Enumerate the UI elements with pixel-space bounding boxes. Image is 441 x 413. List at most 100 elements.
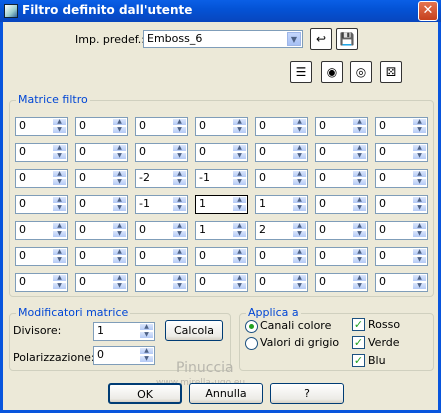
- dice-icon[interactable]: ⚄: [380, 61, 402, 83]
- spinner-arrows-icon[interactable]: ▲ ▼: [232, 118, 247, 135]
- matrix-cell-r4-c3[interactable]: 1 ▲ ▼: [195, 221, 248, 240]
- preview-eye-icon[interactable]: ◎: [350, 61, 372, 83]
- calculate-button[interactable]: Calcola: [165, 320, 223, 341]
- matrix-cell-r0-c2[interactable]: 0 ▲ ▼: [135, 117, 188, 136]
- spinner-arrows-icon[interactable]: ▲ ▼: [52, 144, 67, 161]
- spinner-arrows-icon[interactable]: ▲ ▼: [52, 170, 67, 187]
- spinner-arrows-icon[interactable]: ▲ ▼: [292, 222, 307, 239]
- matrix-cell-r1-c0[interactable]: 0 ▲ ▼: [15, 143, 68, 162]
- spinner-arrows-icon[interactable]: ▲ ▼: [292, 144, 307, 161]
- spinner-arrows-icon[interactable]: ▲ ▼: [112, 274, 127, 291]
- matrix-cell-r4-c6[interactable]: 0 ▲ ▼: [375, 221, 428, 240]
- load-preset-icon[interactable]: ↩: [310, 28, 332, 50]
- matrix-cell-r6-c4[interactable]: 0 ▲ ▼: [255, 273, 308, 292]
- matrix-cell-r2-c0[interactable]: 0 ▲ ▼: [15, 169, 68, 188]
- spinner-arrows-icon[interactable]: ▲ ▼: [112, 144, 127, 161]
- matrix-cell-r0-c5[interactable]: 0 ▲ ▼: [315, 117, 368, 136]
- spinner-arrows-icon[interactable]: ▲ ▼: [112, 118, 127, 135]
- cancel-button[interactable]: Annulla: [189, 383, 263, 404]
- spinner-arrows-icon[interactable]: ▲ ▼: [172, 118, 187, 135]
- matrix-cell-r0-c1[interactable]: 0 ▲ ▼: [75, 117, 128, 136]
- spinner-arrows-icon[interactable]: ▲ ▼: [52, 274, 67, 291]
- save-preset-icon[interactable]: 💾: [336, 28, 358, 50]
- ok-button[interactable]: OK: [108, 383, 182, 404]
- randomize-icon[interactable]: ☰: [290, 61, 312, 83]
- spinner-arrows-icon[interactable]: ▲ ▼: [292, 196, 307, 213]
- spinner-arrows-icon[interactable]: ▲ ▼: [352, 248, 367, 265]
- blue-checkbox[interactable]: ✓: [352, 354, 365, 367]
- matrix-cell-r4-c4[interactable]: 2 ▲ ▼: [255, 221, 308, 240]
- matrix-cell-r6-c2[interactable]: 0 ▲ ▼: [135, 273, 188, 292]
- spinner-arrows-icon[interactable]: ▲ ▼: [112, 222, 127, 239]
- spinner-arrows-icon[interactable]: ▲ ▼: [352, 144, 367, 161]
- spinner-arrows-icon[interactable]: ▲ ▼: [52, 222, 67, 239]
- matrix-cell-r6-c6[interactable]: 0 ▲ ▼: [375, 273, 428, 292]
- spinner-arrows-icon[interactable]: ▲ ▼: [232, 170, 247, 187]
- matrix-cell-r2-c4[interactable]: 0 ▲ ▼: [255, 169, 308, 188]
- matrix-cell-r3-c2[interactable]: -1 ▲ ▼: [135, 195, 188, 214]
- spinner-arrows-icon[interactable]: ▲ ▼: [172, 222, 187, 239]
- spinner-arrows-icon[interactable]: ▲ ▼: [232, 222, 247, 239]
- gray-values-radio[interactable]: [245, 337, 258, 350]
- close-button[interactable]: ✕: [418, 1, 438, 21]
- matrix-cell-r1-c2[interactable]: 0 ▲ ▼: [135, 143, 188, 162]
- spinner-arrows-icon[interactable]: ▲ ▼: [412, 118, 427, 135]
- green-checkbox[interactable]: ✓: [352, 336, 365, 349]
- matrix-cell-r3-c4[interactable]: 1 ▲ ▼: [255, 195, 308, 214]
- matrix-cell-r3-c3[interactable]: 1 ▲ ▼: [195, 195, 248, 214]
- spinner-arrows-icon[interactable]: ▲ ▼: [232, 248, 247, 265]
- spinner-arrows-icon[interactable]: ▲ ▼: [292, 274, 307, 291]
- matrix-cell-r1-c5[interactable]: 0 ▲ ▼: [315, 143, 368, 162]
- chevron-down-icon[interactable]: ▼: [287, 32, 301, 46]
- spinner-arrows-icon[interactable]: ▲ ▼: [112, 170, 127, 187]
- matrix-cell-r4-c1[interactable]: 0 ▲ ▼: [75, 221, 128, 240]
- matrix-cell-r5-c1[interactable]: 0 ▲ ▼: [75, 247, 128, 266]
- spinner-arrows-icon[interactable]: ▲ ▼: [52, 118, 67, 135]
- matrix-cell-r5-c5[interactable]: 0 ▲ ▼: [315, 247, 368, 266]
- spinner-arrows-icon[interactable]: ▲ ▼: [112, 196, 127, 213]
- matrix-cell-r0-c4[interactable]: 0 ▲ ▼: [255, 117, 308, 136]
- matrix-cell-r3-c0[interactable]: 0 ▲ ▼: [15, 195, 68, 214]
- matrix-cell-r0-c6[interactable]: 0 ▲ ▼: [375, 117, 428, 136]
- spinner-arrows-icon[interactable]: ▲ ▼: [352, 222, 367, 239]
- help-button[interactable]: ?: [270, 383, 344, 404]
- matrix-cell-r5-c3[interactable]: 0 ▲ ▼: [195, 247, 248, 266]
- matrix-cell-r3-c6[interactable]: 0 ▲ ▼: [375, 195, 428, 214]
- preset-dropdown[interactable]: Emboss_6 ▼: [143, 30, 303, 48]
- matrix-cell-r5-c0[interactable]: 0 ▲ ▼: [15, 247, 68, 266]
- matrix-cell-r0-c3[interactable]: 0 ▲ ▼: [195, 117, 248, 136]
- matrix-cell-r1-c1[interactable]: 0 ▲ ▼: [75, 143, 128, 162]
- divisor-spinner[interactable]: ▲ ▼: [139, 323, 154, 340]
- spinner-arrows-icon[interactable]: ▲ ▼: [412, 274, 427, 291]
- matrix-cell-r3-c5[interactable]: 0 ▲ ▼: [315, 195, 368, 214]
- matrix-cell-r1-c3[interactable]: 0 ▲ ▼: [195, 143, 248, 162]
- matrix-cell-r2-c6[interactable]: 0 ▲ ▼: [375, 169, 428, 188]
- spinner-arrows-icon[interactable]: ▲ ▼: [52, 248, 67, 265]
- matrix-cell-r6-c0[interactable]: 0 ▲ ▼: [15, 273, 68, 292]
- spinner-arrows-icon[interactable]: ▲ ▼: [52, 196, 67, 213]
- matrix-cell-r5-c2[interactable]: 0 ▲ ▼: [135, 247, 188, 266]
- matrix-cell-r0-c0[interactable]: 0 ▲ ▼: [15, 117, 68, 136]
- red-checkbox[interactable]: ✓: [352, 318, 365, 331]
- spinner-arrows-icon[interactable]: ▲ ▼: [172, 170, 187, 187]
- spinner-arrows-icon[interactable]: ▲ ▼: [172, 144, 187, 161]
- eye-lock-icon[interactable]: ◉: [321, 61, 343, 83]
- spinner-arrows-icon[interactable]: ▲ ▼: [412, 196, 427, 213]
- matrix-cell-r2-c1[interactable]: 0 ▲ ▼: [75, 169, 128, 188]
- matrix-cell-r2-c5[interactable]: 0 ▲ ▼: [315, 169, 368, 188]
- bias-input[interactable]: 0 ▲ ▼: [93, 346, 155, 365]
- spinner-arrows-icon[interactable]: ▲ ▼: [352, 196, 367, 213]
- spinner-arrows-icon[interactable]: ▲ ▼: [292, 170, 307, 187]
- spinner-arrows-icon[interactable]: ▲ ▼: [112, 248, 127, 265]
- spinner-arrows-icon[interactable]: ▲ ▼: [172, 196, 187, 213]
- matrix-cell-r4-c2[interactable]: 0 ▲ ▼: [135, 221, 188, 240]
- spinner-arrows-icon[interactable]: ▲ ▼: [352, 274, 367, 291]
- matrix-cell-r6-c5[interactable]: 0 ▲ ▼: [315, 273, 368, 292]
- matrix-cell-r1-c4[interactable]: 0 ▲ ▼: [255, 143, 308, 162]
- matrix-cell-r5-c4[interactable]: 0 ▲ ▼: [255, 247, 308, 266]
- matrix-cell-r4-c0[interactable]: 0 ▲ ▼: [15, 221, 68, 240]
- spinner-arrows-icon[interactable]: ▲ ▼: [232, 274, 247, 291]
- spinner-arrows-icon[interactable]: ▲ ▼: [352, 170, 367, 187]
- spinner-arrows-icon[interactable]: ▲ ▼: [292, 118, 307, 135]
- matrix-cell-r4-c5[interactable]: 0 ▲ ▼: [315, 221, 368, 240]
